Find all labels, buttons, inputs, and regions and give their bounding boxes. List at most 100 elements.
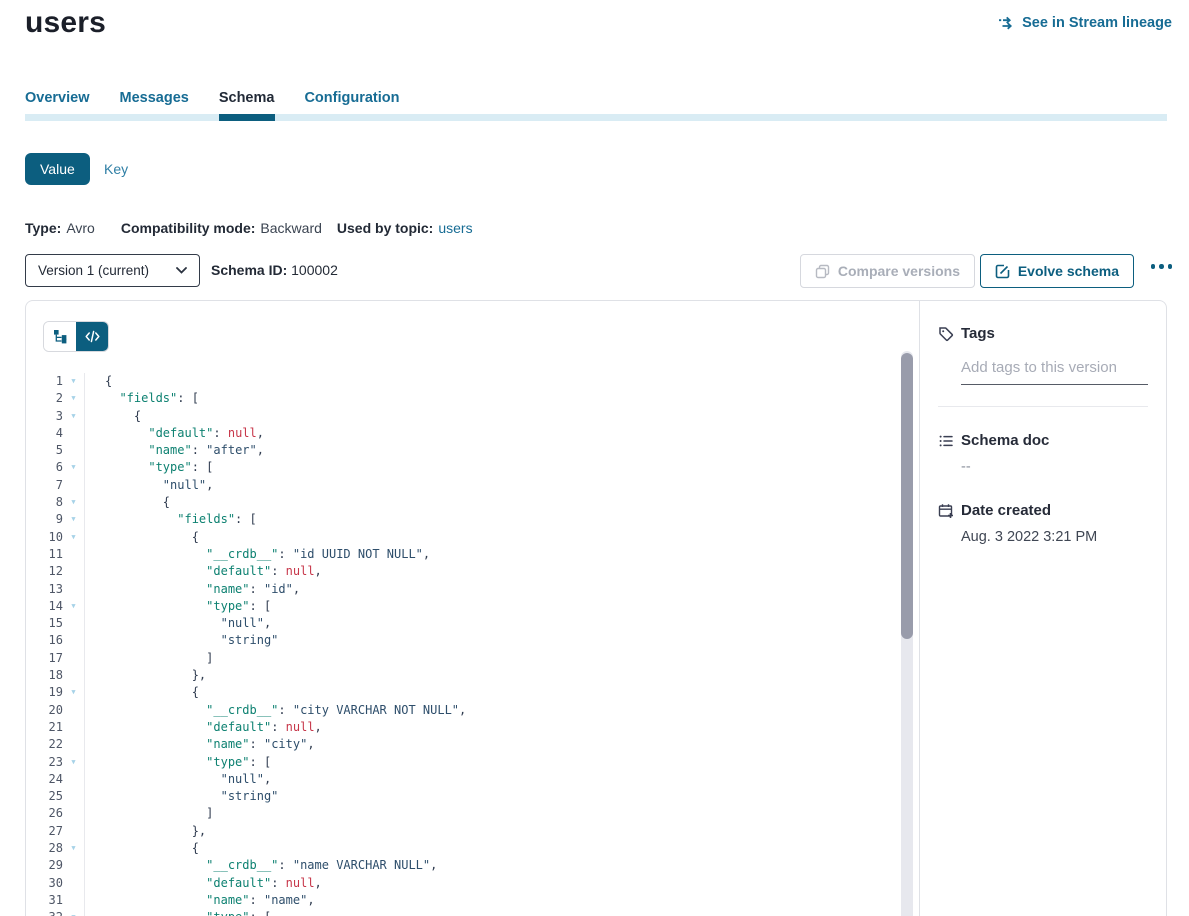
fold-caret-empty	[63, 546, 84, 563]
fold-caret-empty	[63, 632, 84, 649]
line-number: 18	[26, 667, 63, 684]
fold-caret-empty	[63, 771, 84, 788]
fold-caret-empty	[63, 788, 84, 805]
line-number: 5	[26, 442, 63, 459]
compat-meta: Compatibility mode: Backward	[121, 220, 322, 236]
fold-caret-icon[interactable]: ▼	[63, 408, 84, 425]
code-line: 28▼ {	[26, 840, 899, 857]
date-created-title: Date created	[961, 502, 1148, 519]
fold-caret-icon[interactable]: ▼	[63, 459, 84, 476]
fold-caret-empty	[63, 702, 84, 719]
code-line: 5 "name": "after",	[26, 442, 899, 459]
fold-caret-empty	[63, 650, 84, 667]
fold-caret-empty	[63, 892, 84, 909]
line-number: 31	[26, 892, 63, 909]
editor-scrollbar-track[interactable]	[901, 351, 913, 916]
key-toggle-button[interactable]: Key	[104, 161, 128, 177]
compare-versions-label: Compare versions	[838, 263, 960, 279]
compat-value: Backward	[260, 220, 321, 236]
schema-page: users See in Stream lineage OverviewMess…	[0, 0, 1189, 916]
fold-caret-icon[interactable]: ▼	[63, 754, 84, 771]
fold-caret-icon[interactable]: ▼	[63, 373, 84, 390]
schema-code-editor[interactable]: 1▼{2▼ "fields": [3▼ {4 "default": null,5…	[26, 373, 899, 916]
edit-square-icon	[995, 264, 1010, 279]
tag-icon	[938, 326, 954, 342]
fold-caret-icon[interactable]: ▼	[63, 494, 84, 511]
line-number: 26	[26, 805, 63, 822]
code-line: 30 "default": null,	[26, 875, 899, 892]
more-menu-dots-icon[interactable]	[1151, 264, 1173, 269]
fold-caret-empty	[63, 857, 84, 874]
compat-label: Compatibility mode:	[121, 220, 256, 236]
fold-caret-empty	[63, 805, 84, 822]
editor-scrollbar-thumb[interactable]	[901, 353, 913, 639]
schema-metadata-sidebar: Tags Schema doc --	[919, 301, 1166, 916]
version-select[interactable]: Version 1 (current)	[25, 254, 200, 287]
fold-caret-empty	[63, 442, 84, 459]
code-view-button[interactable]	[76, 322, 108, 351]
fold-caret-empty	[63, 667, 84, 684]
compare-versions-button[interactable]: Compare versions	[800, 254, 975, 288]
code-line: 2▼ "fields": [	[26, 390, 899, 407]
page-title: users	[25, 6, 106, 40]
evolve-schema-label: Evolve schema	[1018, 263, 1119, 279]
line-number: 13	[26, 581, 63, 598]
fold-caret-icon[interactable]: ▼	[63, 909, 84, 916]
fold-caret-empty	[63, 875, 84, 892]
list-icon	[938, 433, 954, 449]
tree-view-icon	[53, 329, 68, 344]
schema-panel: 1▼{2▼ "fields": [3▼ {4 "default": null,5…	[25, 300, 1167, 916]
fold-caret-icon[interactable]: ▼	[63, 529, 84, 546]
line-number: 17	[26, 650, 63, 667]
stream-lineage-icon	[998, 16, 1015, 30]
line-number: 1	[26, 373, 63, 390]
code-line: 22 "name": "city",	[26, 736, 899, 753]
line-number: 11	[26, 546, 63, 563]
line-number: 15	[26, 615, 63, 632]
line-number: 21	[26, 719, 63, 736]
code-lines: 1▼{2▼ "fields": [3▼ {4 "default": null,5…	[26, 373, 899, 916]
code-line: 11 "__crdb__": "id UUID NOT NULL",	[26, 546, 899, 563]
code-line: 23▼ "type": [	[26, 754, 899, 771]
type-meta: Type: Avro	[25, 220, 95, 236]
line-number: 9	[26, 511, 63, 528]
line-number: 30	[26, 875, 63, 892]
code-line: 24 "null",	[26, 771, 899, 788]
line-number: 3	[26, 408, 63, 425]
code-line: 15 "null",	[26, 615, 899, 632]
value-toggle-button[interactable]: Value	[25, 153, 90, 185]
code-line: 19▼ {	[26, 684, 899, 701]
see-in-stream-lineage-link[interactable]: See in Stream lineage	[998, 15, 1172, 31]
fold-caret-icon[interactable]: ▼	[63, 840, 84, 857]
active-tab-underline	[219, 114, 275, 121]
fold-caret-icon[interactable]: ▼	[63, 684, 84, 701]
line-number: 8	[26, 494, 63, 511]
line-number: 7	[26, 477, 63, 494]
tree-view-button[interactable]	[44, 322, 76, 351]
line-number: 6	[26, 459, 63, 476]
code-line: 32▼ "type": [	[26, 909, 899, 916]
schema-doc-value: --	[961, 459, 1148, 475]
tab-track	[25, 114, 1167, 121]
code-line: 12 "default": null,	[26, 563, 899, 580]
schema-doc-title: Schema doc	[961, 432, 1148, 449]
code-line: 25 "string"	[26, 788, 899, 805]
line-number: 12	[26, 563, 63, 580]
code-line: 7 "null",	[26, 477, 899, 494]
date-created-section: Date created Aug. 3 2022 3:21 PM	[938, 502, 1148, 545]
line-number: 20	[26, 702, 63, 719]
fold-caret-icon[interactable]: ▼	[63, 511, 84, 528]
topic-link[interactable]: users	[438, 220, 472, 236]
line-number: 24	[26, 771, 63, 788]
code-line: 31 "name": "name",	[26, 892, 899, 909]
tags-input[interactable]	[961, 359, 1148, 385]
line-number: 4	[26, 425, 63, 442]
line-number: 29	[26, 857, 63, 874]
schema-id-label: Schema ID:	[211, 262, 287, 278]
fold-caret-icon[interactable]: ▼	[63, 390, 84, 407]
evolve-schema-button[interactable]: Evolve schema	[980, 254, 1134, 288]
line-number: 25	[26, 788, 63, 805]
topic-meta: Used by topic: users	[337, 220, 473, 236]
fold-caret-icon[interactable]: ▼	[63, 598, 84, 615]
schema-doc-section: Schema doc --	[938, 432, 1148, 475]
